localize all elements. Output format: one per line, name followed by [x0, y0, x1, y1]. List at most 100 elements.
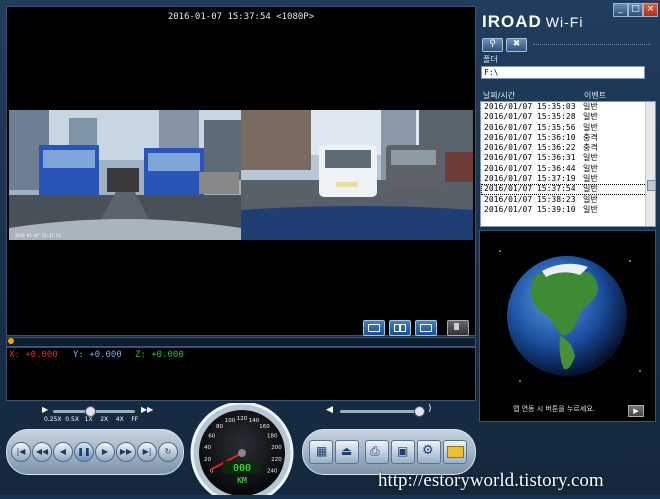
- previous-file-button[interactable]: ◀◀: [32, 442, 52, 462]
- list-item-event: 일반: [583, 184, 598, 194]
- step-back-button[interactable]: ◀: [53, 442, 73, 462]
- list-item-event: 일반: [583, 194, 598, 204]
- list-item-event: 일반: [583, 204, 598, 214]
- minimize-button[interactable]: _: [613, 3, 628, 17]
- gsensor-x-value: X: +0.000: [9, 350, 58, 360]
- fullscreen-toggle-button[interactable]: [447, 320, 469, 336]
- gauge-tick-label: 60: [208, 434, 215, 440]
- last-file-button[interactable]: ▶|: [137, 442, 157, 462]
- next-icon: ▶▶: [119, 447, 133, 456]
- printer-icon: ⎙: [370, 444, 380, 458]
- video-viewer[interactable]: 2016-01-07 15:37:54 <1080P> 2016-01-07 1…: [6, 6, 476, 336]
- list-item[interactable]: 2016/01/07 15:36:44 일반: [481, 164, 655, 174]
- list-item[interactable]: 2016/01/07 15:39:10 일반: [481, 205, 655, 215]
- close-button[interactable]: ×: [643, 3, 658, 17]
- slow-icon[interactable]: ▶: [42, 405, 48, 414]
- first-file-button[interactable]: |◀: [11, 442, 31, 462]
- gauge-tick-label: 220: [271, 457, 282, 463]
- save-icon: ▣: [397, 444, 409, 458]
- open-folder-button[interactable]: [443, 440, 467, 464]
- list-item-event: 일반: [583, 163, 598, 173]
- search-icon: ⚲: [489, 39, 496, 49]
- volume-slider[interactable]: [340, 410, 424, 413]
- print-button[interactable]: ⎙: [365, 440, 389, 464]
- list-item-datetime: 2016/01/07 15:39:10: [484, 204, 576, 214]
- gauge-tick-label: 160: [259, 424, 270, 430]
- list-item[interactable]: 2016/01/07 15:35:28 일반: [481, 112, 655, 122]
- film-button[interactable]: ▦: [309, 440, 333, 464]
- list-item[interactable]: 2016/01/07 15:35:03 일반: [481, 102, 655, 112]
- list-item-datetime: 2016/01/07 15:36:31: [484, 153, 576, 163]
- pause-icon: ❚❚: [77, 447, 91, 456]
- eject-icon: ⏏: [341, 444, 353, 458]
- recording-file-list[interactable]: 2016/01/07 15:35:03 일반 2016/01/07 15:35:28…: [480, 101, 656, 227]
- list-item-datetime: 2016/01/07 15:35:03: [484, 102, 576, 111]
- map-instruction-text: 맵 연동 시 버튼을 누르세요.: [513, 405, 595, 413]
- volume-max-icon: ): [428, 404, 432, 414]
- tools-icon: ✖: [512, 39, 521, 49]
- list-item[interactable]: 2016/01/07 15:36:22 충격: [481, 143, 655, 153]
- toolbar-divider: [533, 44, 651, 45]
- gauge-tick-label: 240: [267, 469, 278, 475]
- playback-seek-bar[interactable]: [6, 337, 476, 347]
- gsensor-graph: X: +0.000 Y: +0.000 Z: +0.000: [6, 347, 476, 401]
- fast-forward-icon[interactable]: ▶▶: [141, 405, 153, 414]
- list-item-datetime: 2016/01/07 15:37:19: [484, 174, 576, 184]
- watermark-url: http://estoryworld.tistory.com: [378, 470, 604, 491]
- list-header-event[interactable]: 이벤트: [584, 90, 606, 101]
- play-button[interactable]: ▶: [95, 442, 115, 462]
- list-scroll-thumb[interactable]: [647, 180, 655, 191]
- list-item[interactable]: 2016/01/07 15:37:19 일반: [481, 174, 655, 184]
- layout-pip-button[interactable]: [415, 320, 437, 336]
- tools-button[interactable]: ✖: [506, 38, 527, 52]
- list-scrollbar[interactable]: [645, 102, 655, 226]
- maximize-button[interactable]: □: [628, 3, 643, 17]
- upload-button[interactable]: ⏏: [335, 440, 359, 464]
- svg-text:2016-01-07 15:37:54: 2016-01-07 15:37:54: [15, 233, 61, 238]
- list-item[interactable]: 2016/01/07 15:36:31 일반: [481, 153, 655, 163]
- repeat-icon: ↻: [164, 447, 172, 456]
- play-icon: ▶: [101, 447, 109, 456]
- list-item-event: 일반: [583, 153, 598, 163]
- seek-handle[interactable]: [8, 338, 14, 344]
- list-item-datetime: 2016/01/07 15:36:10: [484, 132, 576, 142]
- rear-camera-view[interactable]: [241, 110, 473, 240]
- gauge-tick-label: 40: [204, 445, 211, 451]
- list-item[interactable]: 2016/01/07 15:36:10 충격: [481, 133, 655, 143]
- list-item-event: 일반: [583, 122, 598, 132]
- speedometer: 0 20 40 60 80 100 120 140 160 180 200 220 240 000 KM: [183, 401, 301, 499]
- settings-button[interactable]: ⚙: [417, 440, 441, 464]
- list-item[interactable]: 2016/01/07 15:37:54 일반: [481, 184, 655, 195]
- gauge-tick-label: 120: [237, 416, 248, 422]
- map-panel: [479, 230, 656, 422]
- repeat-button[interactable]: ↻: [158, 442, 178, 462]
- gauge-tick-label: 200: [271, 445, 282, 451]
- list-item-datetime: 2016/01/07 15:36:22: [484, 143, 576, 153]
- map-play-button[interactable]: ▶: [628, 405, 644, 417]
- layout-single-button[interactable]: [363, 320, 385, 336]
- list-header-datetime[interactable]: 날짜/시간: [483, 90, 515, 101]
- speed-unit: KM: [237, 476, 247, 485]
- list-item-datetime: 2016/01/07 15:36:44: [484, 163, 576, 173]
- list-item[interactable]: 2016/01/07 15:35:56 일반: [481, 123, 655, 133]
- front-camera-view[interactable]: 2016-01-07 15:37:54: [9, 110, 241, 240]
- gauge-tick-label: 140: [249, 418, 260, 424]
- rewind-icon: ◀: [59, 447, 67, 456]
- volume-icon[interactable]: ◀: [326, 405, 333, 415]
- folder-path-field[interactable]: F:\: [481, 66, 645, 79]
- pause-button[interactable]: ❚❚: [74, 442, 94, 462]
- skip-start-icon: |◀: [16, 447, 26, 456]
- volume-handle[interactable]: [414, 406, 425, 417]
- previous-icon: ◀◀: [35, 447, 49, 456]
- gauge-tick-label: 20: [204, 457, 211, 463]
- transport-controls: |◀ ◀◀ ◀ ❚❚ ▶ ▶▶ ▶| ↻: [6, 429, 184, 475]
- gauge-tick-label: 80: [216, 424, 223, 430]
- app-logo: IROAD Wi-Fi: [482, 12, 584, 31]
- next-file-button[interactable]: ▶▶: [116, 442, 136, 462]
- list-item[interactable]: 2016/01/07 15:38:23 일반: [481, 195, 655, 205]
- save-button[interactable]: ▣: [391, 440, 415, 464]
- gsensor-z-value: Z: +0.000: [135, 350, 184, 360]
- layout-split-button[interactable]: [389, 320, 411, 336]
- film-icon: ▦: [316, 444, 328, 458]
- search-button[interactable]: ⚲: [482, 38, 503, 52]
